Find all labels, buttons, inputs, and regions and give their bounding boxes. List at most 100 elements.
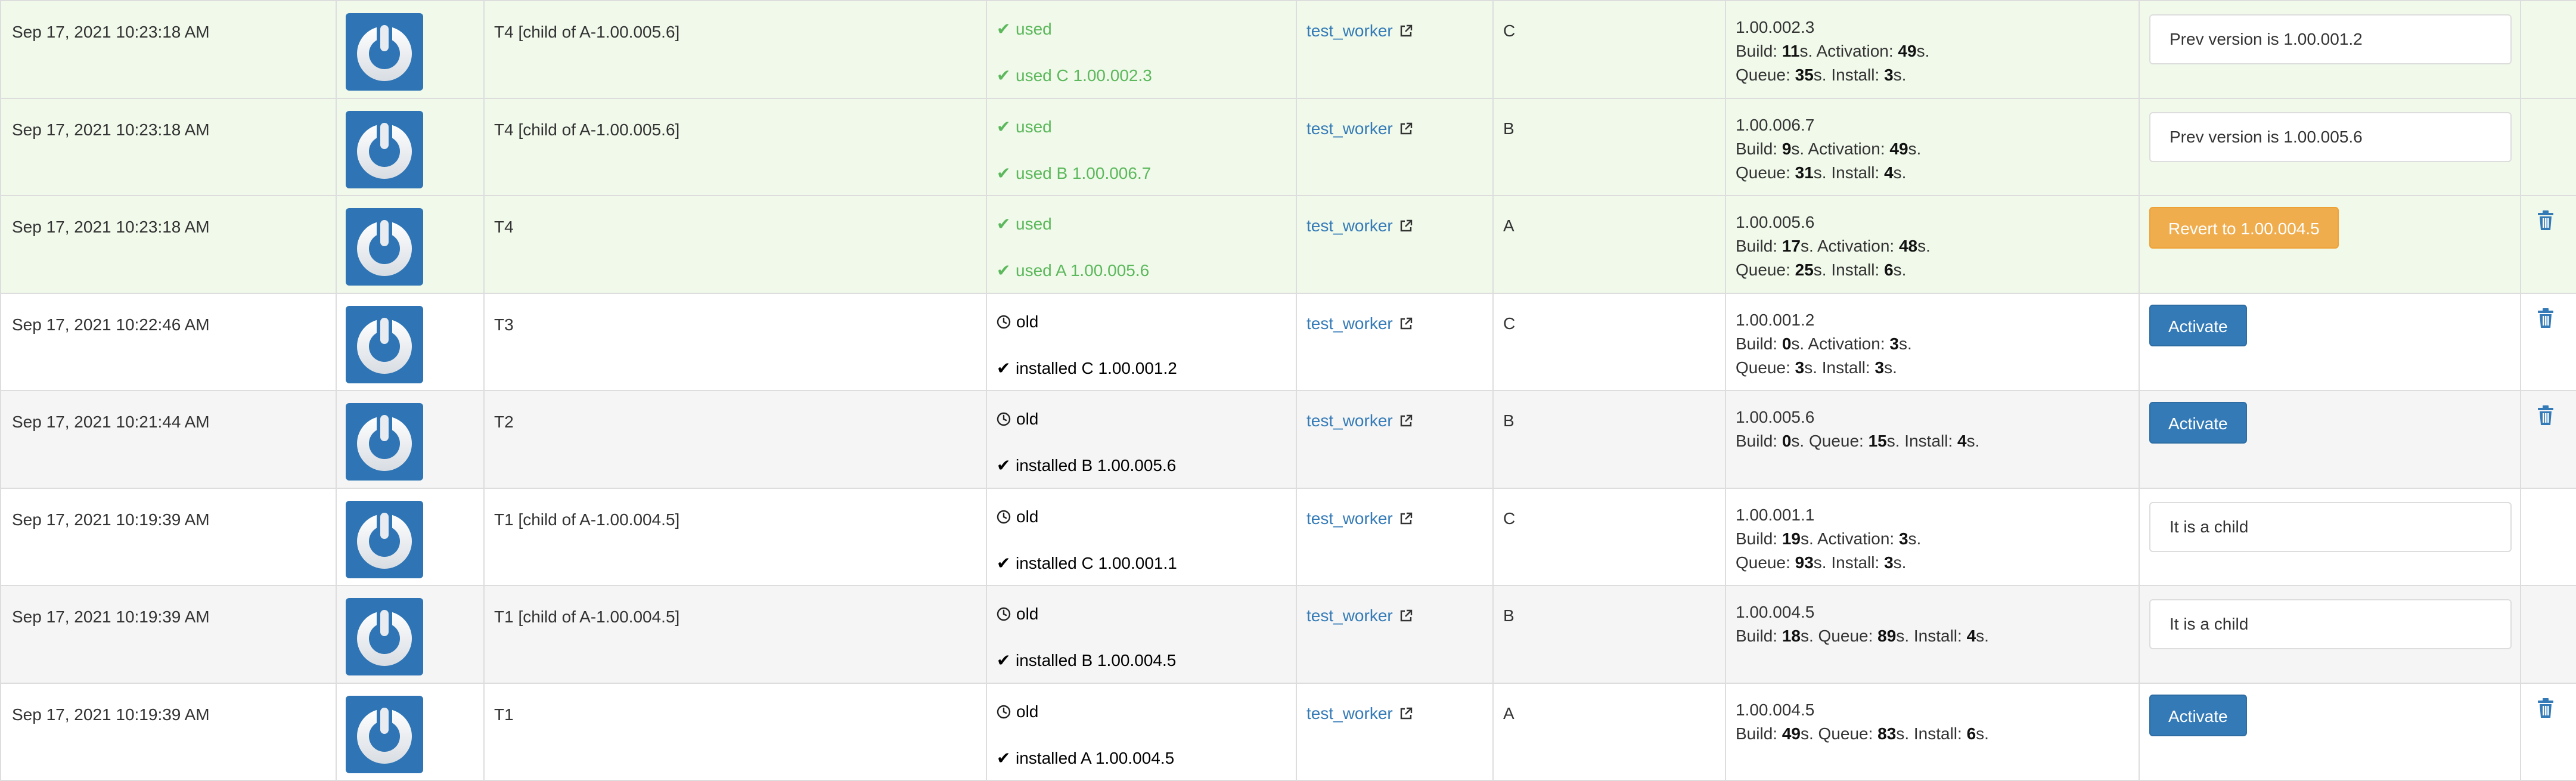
worker-link[interactable]: test_worker: [1306, 411, 1393, 430]
timing-label: s. Activation:: [1800, 529, 1899, 548]
timing-label: s.: [1893, 66, 1907, 84]
slot-label: A: [1503, 216, 1514, 235]
deployment-name: T2: [494, 413, 514, 431]
power-icon[interactable]: [346, 598, 423, 675]
checkmark-icon: ✔: [997, 651, 1011, 670]
timing-value: 3: [1795, 358, 1805, 377]
timestamp: Sep 17, 2021 10:23:18 AM: [12, 23, 210, 41]
timing-value: 3: [1874, 358, 1885, 377]
worker-cell: test_worker: [1296, 292, 1494, 391]
timing-label: s. Install:: [1804, 358, 1875, 377]
power-icon[interactable]: [346, 305, 423, 383]
timing-value: 17: [1782, 237, 1801, 255]
worker-cell: test_worker: [1296, 195, 1494, 294]
power-icon[interactable]: [346, 208, 423, 286]
activate-button[interactable]: Activate: [2149, 694, 2247, 736]
worker-link[interactable]: test_worker: [1306, 606, 1393, 625]
timing-label: s.: [1908, 139, 1922, 158]
worker-link[interactable]: test_worker: [1306, 704, 1393, 723]
power-icon[interactable]: [346, 110, 423, 188]
status-text: old: [1016, 312, 1039, 331]
status-text: used: [1016, 215, 1052, 233]
installed-line: ✔ installed C 1.00.001.2: [997, 357, 1177, 380]
timing-label: s. Queue:: [1800, 627, 1878, 645]
table-row: Sep 17, 2021 10:23:18 AM T4 [child of A-1…: [0, 97, 2576, 196]
timing-line: Build: 11s. Activation: 49s.: [1736, 39, 2139, 63]
revert-button[interactable]: Revert to 1.00.004.5: [2149, 207, 2339, 249]
activate-button[interactable]: Activate: [2149, 402, 2247, 444]
action-cell: It is a child: [2139, 585, 2521, 684]
slot-label: B: [1503, 119, 1514, 138]
external-link-icon[interactable]: [1399, 24, 1413, 38]
avatar-cell: [336, 487, 485, 586]
status-cell: ✔ used ✔ used B 1.00.006.7: [986, 97, 1297, 196]
power-icon[interactable]: [346, 13, 423, 91]
checkmark-icon: ✔: [997, 748, 1011, 767]
trash-icon[interactable]: [2537, 698, 2555, 718]
timing-value: 49: [1898, 42, 1917, 60]
external-link-icon[interactable]: [1399, 414, 1413, 428]
worker-link[interactable]: test_worker: [1306, 314, 1393, 333]
table-row: Sep 17, 2021 10:23:18 AM T4 ✔ used ✔ used A 1…: [0, 195, 2576, 294]
action-cell: It is a child: [2139, 487, 2521, 586]
timing-label: s. Activation:: [1799, 42, 1898, 60]
external-link-icon[interactable]: [1399, 219, 1413, 233]
timestamp: Sep 17, 2021 10:23:18 AM: [12, 120, 210, 139]
external-link-icon[interactable]: [1399, 609, 1413, 623]
timing-line: Queue: 31s. Install: 4s.: [1736, 161, 2139, 185]
action-cell: Prev version is 1.00.005.6: [2139, 97, 2521, 196]
deployment-name: T1 [child of A-1.00.004.5]: [494, 510, 680, 529]
deployments-table: Sep 17, 2021 10:23:18 AM T4 [child of A-1…: [0, 0, 2576, 781]
timing-label: s. Queue:: [1791, 432, 1869, 450]
worker-cell: test_worker: [1296, 585, 1494, 684]
timing-label: Queue:: [1736, 358, 1795, 377]
delete-cell: [2520, 390, 2576, 489]
timing-label: Build:: [1736, 334, 1782, 353]
slot-label: C: [1503, 21, 1516, 40]
external-link-icon[interactable]: [1399, 512, 1413, 526]
installed-text: installed C 1.00.001.2: [1016, 358, 1177, 377]
worker-link[interactable]: test_worker: [1306, 119, 1393, 138]
deployment-name: T3: [494, 315, 514, 334]
table-row: Sep 17, 2021 10:19:39 AM T1 [child of A-1…: [0, 585, 2576, 684]
timing-value: 89: [1877, 627, 1897, 645]
name-cell: T4: [483, 195, 987, 294]
power-icon[interactable]: [346, 403, 423, 481]
timing-value: 18: [1782, 627, 1801, 645]
external-link-icon[interactable]: [1399, 122, 1413, 136]
timing-value: 4: [1957, 432, 1967, 450]
date-cell: Sep 17, 2021 10:19:39 AM: [0, 487, 337, 586]
timing-value: 0: [1782, 334, 1792, 353]
worker-cell: test_worker: [1296, 390, 1494, 489]
action-cell: Activate: [2139, 682, 2521, 781]
activate-button[interactable]: Activate: [2149, 304, 2247, 346]
deployment-name: T4 [child of A-1.00.005.6]: [494, 23, 680, 41]
name-cell: T4 [child of A-1.00.005.6]: [483, 97, 987, 196]
timing-value: 3: [1898, 529, 1908, 548]
timing-line: Build: 9s. Activation: 49s.: [1736, 137, 2139, 161]
installed-line: ✔ used C 1.00.002.3: [997, 64, 1152, 88]
version-number: 1.00.001.1: [1736, 505, 1815, 524]
delete-cell: [2520, 682, 2576, 781]
version-note: Prev version is 1.00.001.2: [2149, 14, 2512, 64]
timing-value: 49: [1782, 724, 1801, 743]
deployment-name: T1: [494, 705, 514, 724]
worker-link[interactable]: test_worker: [1306, 21, 1393, 40]
external-link-icon[interactable]: [1399, 317, 1413, 331]
worker-link[interactable]: test_worker: [1306, 509, 1393, 528]
clock-icon: [997, 315, 1011, 329]
installed-text: used C 1.00.002.3: [1016, 66, 1152, 85]
trash-icon[interactable]: [2537, 405, 2555, 426]
power-icon[interactable]: [346, 500, 423, 578]
status-line: old: [997, 407, 1038, 431]
timing-label: s. Activation:: [1791, 334, 1890, 353]
trash-icon[interactable]: [2537, 308, 2555, 328]
date-cell: Sep 17, 2021 10:23:18 AM: [0, 0, 337, 99]
external-link-icon[interactable]: [1399, 706, 1413, 721]
trash-icon[interactable]: [2537, 210, 2555, 231]
checkmark-icon: ✔: [997, 358, 1011, 377]
worker-cell: test_worker: [1296, 487, 1494, 586]
status-cell: old ✔ installed B 1.00.004.5: [986, 585, 1297, 684]
worker-link[interactable]: test_worker: [1306, 216, 1393, 235]
power-icon[interactable]: [346, 695, 423, 773]
